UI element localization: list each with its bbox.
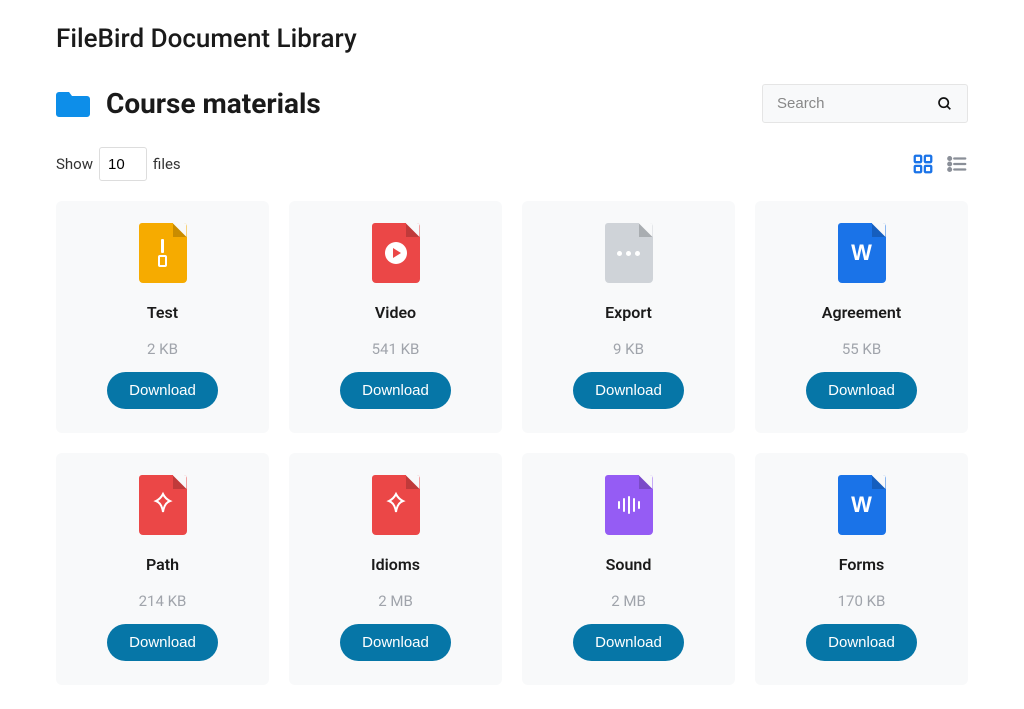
file-name: Forms xyxy=(839,555,885,574)
file-icon xyxy=(139,475,187,535)
file-icon: W xyxy=(838,223,886,283)
file-card: Export 9 KB Download xyxy=(522,201,735,433)
download-button[interactable]: Download xyxy=(806,372,917,409)
file-card: Test 2 KB Download xyxy=(56,201,269,433)
file-size: 170 KB xyxy=(838,592,886,610)
file-size: 9 KB xyxy=(613,340,644,358)
show-count-input[interactable] xyxy=(99,147,147,181)
list-view-button[interactable] xyxy=(946,153,968,175)
file-size: 214 KB xyxy=(139,592,187,610)
view-toggle xyxy=(912,153,968,175)
file-name: Path xyxy=(146,555,179,574)
search-icon xyxy=(937,96,953,112)
zip-icon xyxy=(158,239,167,267)
word-icon: W xyxy=(851,240,872,266)
file-card: Idioms 2 MB Download xyxy=(289,453,502,685)
file-name: Idioms xyxy=(371,555,420,574)
file-name: Export xyxy=(605,303,652,322)
grid-view-button[interactable] xyxy=(912,153,934,175)
file-icon xyxy=(605,223,653,283)
search-box[interactable] xyxy=(762,84,968,123)
download-button[interactable]: Download xyxy=(340,624,451,661)
file-card: Path 214 KB Download xyxy=(56,453,269,685)
show-label-before: Show xyxy=(56,155,93,173)
download-button[interactable]: Download xyxy=(806,624,917,661)
file-icon: W xyxy=(838,475,886,535)
file-icon xyxy=(139,223,187,283)
pdf-icon xyxy=(384,491,408,519)
folder-name: Course materials xyxy=(106,87,321,120)
folder-icon xyxy=(56,90,90,118)
download-button[interactable]: Download xyxy=(573,624,684,661)
download-button[interactable]: Download xyxy=(107,372,218,409)
play-icon xyxy=(385,242,407,264)
page-title: FileBird Document Library xyxy=(56,24,968,54)
show-label-after: files xyxy=(153,155,181,173)
ellipsis-icon xyxy=(617,251,640,256)
file-grid: Test2 KBDownloadVideo541 KBDownloadExpor… xyxy=(56,201,968,685)
download-button[interactable]: Download xyxy=(107,624,218,661)
file-size: 2 MB xyxy=(378,592,413,610)
file-icon xyxy=(605,475,653,535)
file-size: 2 MB xyxy=(611,592,646,610)
controls-row: Show files xyxy=(56,147,968,181)
show-entries-control: Show files xyxy=(56,147,181,181)
header-row: Course materials xyxy=(56,84,968,123)
word-icon: W xyxy=(851,492,872,518)
file-card: W Forms 170 KB Download xyxy=(755,453,968,685)
file-card: Video 541 KB Download xyxy=(289,201,502,433)
file-icon xyxy=(372,223,420,283)
download-button[interactable]: Download xyxy=(340,372,451,409)
file-icon xyxy=(372,475,420,535)
file-name: Video xyxy=(375,303,416,322)
audio-icon xyxy=(618,496,640,514)
file-name: Test xyxy=(147,303,178,322)
folder-title: Course materials xyxy=(56,87,321,120)
file-size: 55 KB xyxy=(842,340,881,358)
file-name: Agreement xyxy=(822,303,901,322)
file-name: Sound xyxy=(606,555,652,574)
file-size: 541 KB xyxy=(372,340,420,358)
download-button[interactable]: Download xyxy=(573,372,684,409)
file-card: Sound 2 MB Download xyxy=(522,453,735,685)
search-input[interactable] xyxy=(777,95,917,112)
pdf-icon xyxy=(151,491,175,519)
file-size: 2 KB xyxy=(147,340,178,358)
file-card: W Agreement 55 KB Download xyxy=(755,201,968,433)
